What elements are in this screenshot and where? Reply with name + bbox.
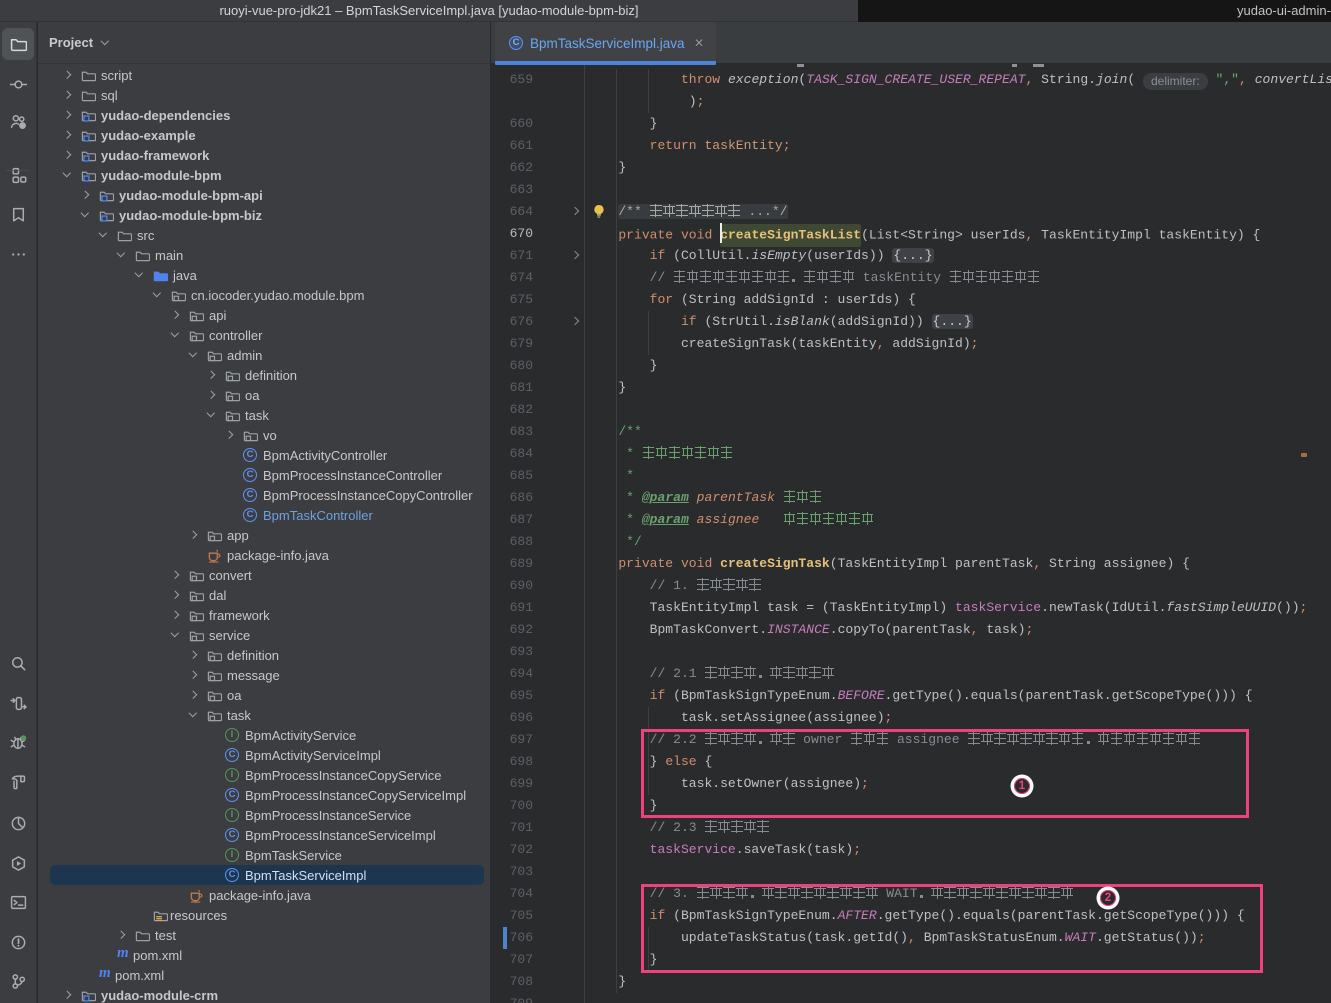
svg-text:?: ? xyxy=(20,124,24,130)
